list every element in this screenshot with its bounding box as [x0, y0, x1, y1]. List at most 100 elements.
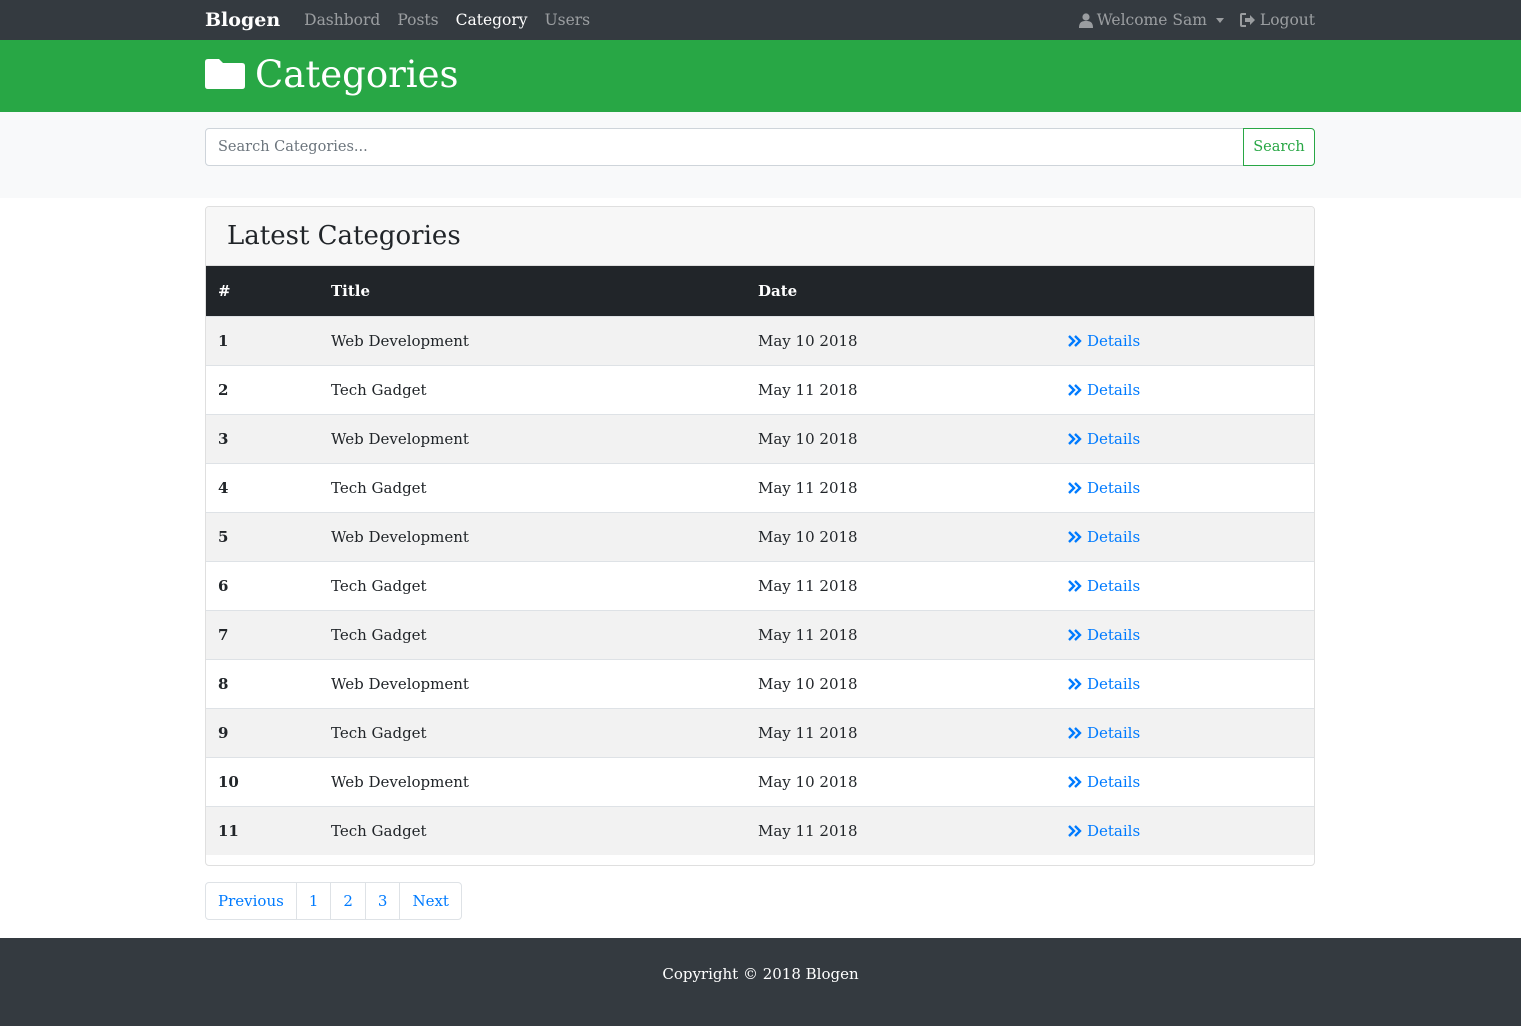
row-date: May 11 2018 [746, 561, 1056, 611]
column-header-action [1056, 266, 1314, 317]
row-number: 10 [206, 757, 319, 807]
pagination-page-2[interactable]: 2 [330, 882, 366, 920]
row-number: 8 [206, 659, 319, 709]
table-row: 2 Tech Gadget May 11 2018 Details [206, 365, 1314, 415]
row-date: May 11 2018 [746, 708, 1056, 758]
row-action: Details [1056, 659, 1314, 709]
nav-link-dashboard[interactable]: Dashbord [304, 11, 380, 29]
main-content: Latest Categories # Title Date 1 Web Deve… [205, 206, 1315, 920]
nav-right-group: Welcome Sam Logout [1063, 11, 1315, 29]
nav-link-users[interactable]: Users [545, 11, 591, 29]
row-action: Details [1056, 414, 1314, 464]
angle-double-right-icon [1068, 579, 1082, 592]
details-link[interactable]: Details [1068, 577, 1140, 595]
copyright-text: Copyright © 2018 Blogen [662, 965, 859, 983]
details-link[interactable]: Details [1068, 724, 1140, 742]
row-number: 2 [206, 365, 319, 415]
details-link[interactable]: Details [1068, 773, 1140, 791]
row-date: May 10 2018 [746, 414, 1056, 464]
row-title: Web Development [319, 512, 746, 562]
logout-link[interactable]: Logout [1239, 11, 1315, 29]
row-number: 11 [206, 806, 319, 855]
column-header-title: Title [319, 266, 746, 317]
card-header: Latest Categories [206, 207, 1314, 266]
angle-double-right-icon [1068, 824, 1082, 837]
pagination-page-1[interactable]: 1 [295, 882, 332, 920]
angle-double-right-icon [1068, 628, 1082, 641]
details-label: Details [1087, 429, 1141, 448]
angle-double-right-icon [1068, 481, 1082, 494]
categories-table: # Title Date 1 Web Development May 10 2018… [206, 266, 1314, 855]
nav-link-category[interactable]: Category [456, 11, 528, 29]
table-row: 10 Web Development May 10 2018 Details [206, 757, 1314, 807]
footer: Copyright © 2018 Blogen [0, 938, 1521, 1026]
row-action: Details [1056, 463, 1314, 513]
page-title: Categories [255, 52, 459, 96]
details-link[interactable]: Details [1068, 332, 1140, 350]
details-label: Details [1087, 625, 1141, 644]
row-action: Details [1056, 610, 1314, 660]
table-row: 1 Web Development May 10 2018 Details [206, 316, 1314, 366]
angle-double-right-icon [1068, 432, 1082, 445]
details-label: Details [1087, 527, 1141, 546]
pagination-previous[interactable]: Previous [205, 882, 297, 920]
details-link[interactable]: Details [1068, 381, 1140, 399]
card-title: Latest Categories [227, 221, 461, 251]
table-row: 5 Web Development May 10 2018 Details [206, 512, 1314, 562]
table-row: 3 Web Development May 10 2018 Details [206, 414, 1314, 464]
pagination-next[interactable]: Next [399, 882, 462, 920]
row-date: May 11 2018 [746, 610, 1056, 660]
table-row: 6 Tech Gadget May 11 2018 Details [206, 561, 1314, 611]
angle-double-right-icon [1068, 677, 1082, 690]
row-action: Details [1056, 708, 1314, 758]
row-action: Details [1056, 316, 1314, 366]
row-date: May 11 2018 [746, 463, 1056, 513]
row-date: May 10 2018 [746, 316, 1056, 366]
user-dropdown-label: Welcome Sam [1096, 11, 1207, 29]
details-link[interactable]: Details [1068, 675, 1140, 693]
row-number: 3 [206, 414, 319, 464]
row-action: Details [1056, 757, 1314, 807]
logout-label: Logout [1259, 11, 1315, 29]
user-dropdown[interactable]: Welcome Sam [1078, 11, 1224, 29]
brand-logo[interactable]: Blogen [205, 9, 280, 31]
caret-down-icon [1215, 17, 1224, 23]
row-date: May 10 2018 [746, 757, 1056, 807]
row-title: Web Development [319, 414, 746, 464]
row-number: 4 [206, 463, 319, 513]
row-action: Details [1056, 512, 1314, 562]
row-title: Web Development [319, 659, 746, 709]
row-title: Tech Gadget [319, 463, 746, 513]
details-link[interactable]: Details [1068, 528, 1140, 546]
details-link[interactable]: Details [1068, 626, 1140, 644]
row-date: May 10 2018 [746, 659, 1056, 709]
sign-out-icon [1239, 13, 1255, 27]
folder-icon [205, 59, 245, 89]
table-header-row: # Title Date [206, 266, 1314, 317]
table-row: 7 Tech Gadget May 11 2018 Details [206, 610, 1314, 660]
row-title: Tech Gadget [319, 708, 746, 758]
angle-double-right-icon [1068, 726, 1082, 739]
details-link[interactable]: Details [1068, 479, 1140, 497]
row-date: May 10 2018 [746, 512, 1056, 562]
details-label: Details [1087, 478, 1141, 497]
details-label: Details [1087, 331, 1141, 350]
search-button[interactable]: Search [1243, 128, 1315, 166]
details-link[interactable]: Details [1068, 430, 1140, 448]
details-link[interactable]: Details [1068, 822, 1140, 840]
categories-card: Latest Categories # Title Date 1 Web Deve… [205, 206, 1315, 866]
details-label: Details [1087, 772, 1141, 791]
details-label: Details [1087, 674, 1141, 693]
angle-double-right-icon [1068, 530, 1082, 543]
column-header-date: Date [746, 266, 1056, 317]
row-number: 6 [206, 561, 319, 611]
nav-link-posts[interactable]: Posts [397, 11, 438, 29]
angle-double-right-icon [1068, 775, 1082, 788]
column-header-number: # [206, 266, 319, 317]
table-row: 9 Tech Gadget May 11 2018 Details [206, 708, 1314, 758]
row-action: Details [1056, 561, 1314, 611]
table-row: 4 Tech Gadget May 11 2018 Details [206, 463, 1314, 513]
row-number: 9 [206, 708, 319, 758]
search-input[interactable] [205, 128, 1244, 166]
pagination-page-3[interactable]: 3 [364, 882, 401, 920]
